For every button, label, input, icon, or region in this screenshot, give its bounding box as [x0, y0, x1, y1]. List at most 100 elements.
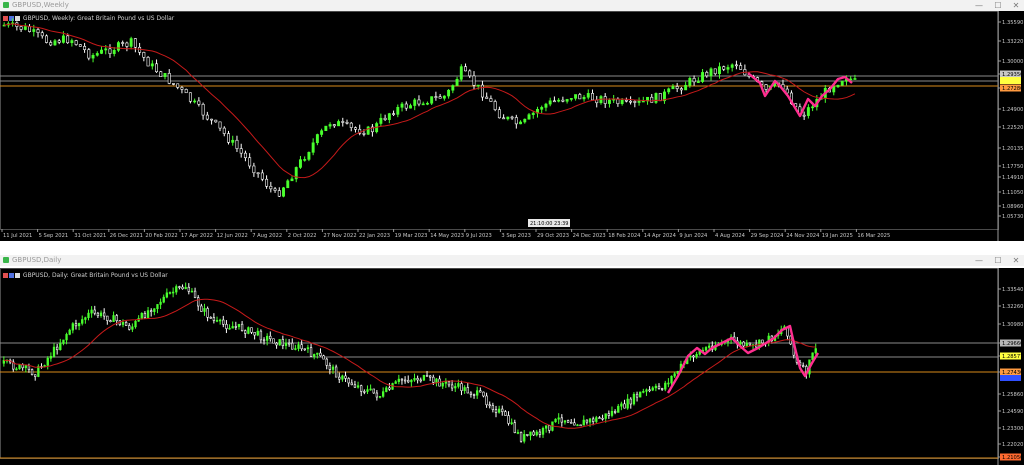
candle-body [569, 98, 573, 100]
maximize-button[interactable]: ☐ [991, 255, 1005, 266]
candle-body [231, 326, 234, 329]
candle-body [142, 52, 146, 58]
candle-body [366, 126, 370, 135]
candle-body [260, 172, 264, 180]
candle-body [99, 312, 103, 317]
candle-body [742, 341, 745, 347]
candle-body [413, 378, 416, 381]
candle-body [648, 389, 651, 392]
candle-body [341, 121, 345, 123]
candle-body [613, 411, 617, 413]
candle-body [523, 118, 527, 123]
close-button[interactable]: ✕ [1009, 0, 1023, 11]
candle-body [667, 88, 671, 93]
close-button[interactable]: ✕ [1009, 255, 1023, 266]
weekly-window-titlebar[interactable]: GBPUSD,Weekly — ☐ ✕ [0, 0, 1024, 11]
candle-body [30, 369, 34, 376]
candle-body [181, 286, 184, 290]
price-label: 1.30980 [1002, 322, 1023, 328]
candle-body [586, 93, 590, 98]
candle-body [134, 320, 137, 328]
candle-body [407, 379, 410, 383]
candle-body [497, 109, 501, 119]
candle-body [468, 70, 472, 77]
date-label: 29 Oct 2023 [537, 233, 569, 239]
daily-chart-window[interactable]: GBPUSD, Daily: Great Britain Pound vs US… [0, 268, 1024, 465]
candle-body [506, 116, 510, 120]
candle-body [106, 315, 109, 321]
candle-body [604, 413, 607, 419]
price-label: 1.14910 [1002, 175, 1023, 181]
date-label: 5 Sep 2021 [39, 233, 69, 239]
candle-body [397, 378, 400, 382]
candle-body [480, 84, 484, 98]
candle-body [143, 312, 147, 318]
candle-body [168, 292, 172, 294]
date-label: 14 May 2023 [430, 233, 464, 239]
candle-body [291, 342, 294, 350]
candle-body [95, 53, 99, 56]
weekly-price-chart[interactable]: 1.355901.332201.300001.293501.272801.249… [0, 11, 1024, 241]
price-label: 1.29660 [1002, 341, 1023, 347]
candle-body [745, 342, 748, 347]
candle-body [576, 424, 579, 427]
candle-body [84, 317, 87, 320]
candle-body [78, 44, 82, 47]
candle-body [116, 42, 120, 51]
candle-body [734, 64, 738, 67]
candle-body [707, 345, 711, 348]
date-label: 29 Sep 2024 [751, 233, 785, 239]
candle-body [704, 347, 708, 351]
candle-body [193, 290, 197, 298]
candle-body [811, 106, 815, 109]
candle-body [52, 346, 56, 357]
candle-body [836, 84, 840, 88]
maximize-button[interactable]: ☐ [991, 0, 1005, 11]
candle-body [262, 339, 266, 342]
candle-body [37, 366, 40, 377]
candle-body [322, 355, 325, 360]
candle-body [200, 305, 203, 312]
candle-body [410, 379, 413, 383]
candle-body [49, 356, 53, 359]
price-label: 1.27280 [1002, 86, 1023, 92]
minimize-button[interactable]: — [972, 0, 986, 11]
candle-body [197, 100, 201, 105]
candle-body [658, 93, 662, 102]
candle-body [635, 393, 639, 398]
candle-body [206, 308, 209, 318]
candle-body [540, 107, 544, 110]
weekly-window-title: GBPUSD,Weekly [12, 1, 69, 9]
candle-body [544, 425, 548, 429]
daily-window-titlebar[interactable]: GBPUSD,Daily — ☐ ✕ [0, 255, 1024, 266]
candle-body [603, 96, 607, 104]
price-tag-bg [1000, 77, 1021, 84]
candle-body [457, 383, 460, 387]
candle-body [582, 419, 585, 426]
weekly-chart-window[interactable]: GBPUSD, Weekly: Great Britain Pound vs U… [0, 11, 1024, 241]
candle-body [595, 417, 598, 422]
candle-body [657, 385, 661, 389]
minimize-button[interactable]: — [972, 255, 986, 266]
daily-price-chart[interactable]: 1.335401.322601.309801.296601.285771.274… [0, 268, 1024, 465]
candle-body [523, 434, 526, 442]
candle-body [109, 320, 112, 322]
candle-body [489, 98, 493, 102]
candle-body [463, 387, 466, 391]
candle-body [297, 344, 300, 349]
candle-body [159, 301, 162, 305]
candle-body [574, 94, 578, 99]
candle-body [394, 381, 397, 384]
candle-body [284, 342, 288, 346]
candle-body [171, 291, 175, 294]
candle-body [654, 385, 658, 389]
candle-body [531, 112, 535, 115]
candle-body [125, 42, 129, 47]
candle-body [422, 375, 426, 381]
candle-body [256, 172, 260, 175]
candle-body [66, 35, 70, 44]
candle-body [400, 378, 404, 381]
date-label: 26 Dec 2021 [110, 233, 143, 239]
candle-body [215, 320, 219, 322]
candle-body [692, 78, 696, 83]
